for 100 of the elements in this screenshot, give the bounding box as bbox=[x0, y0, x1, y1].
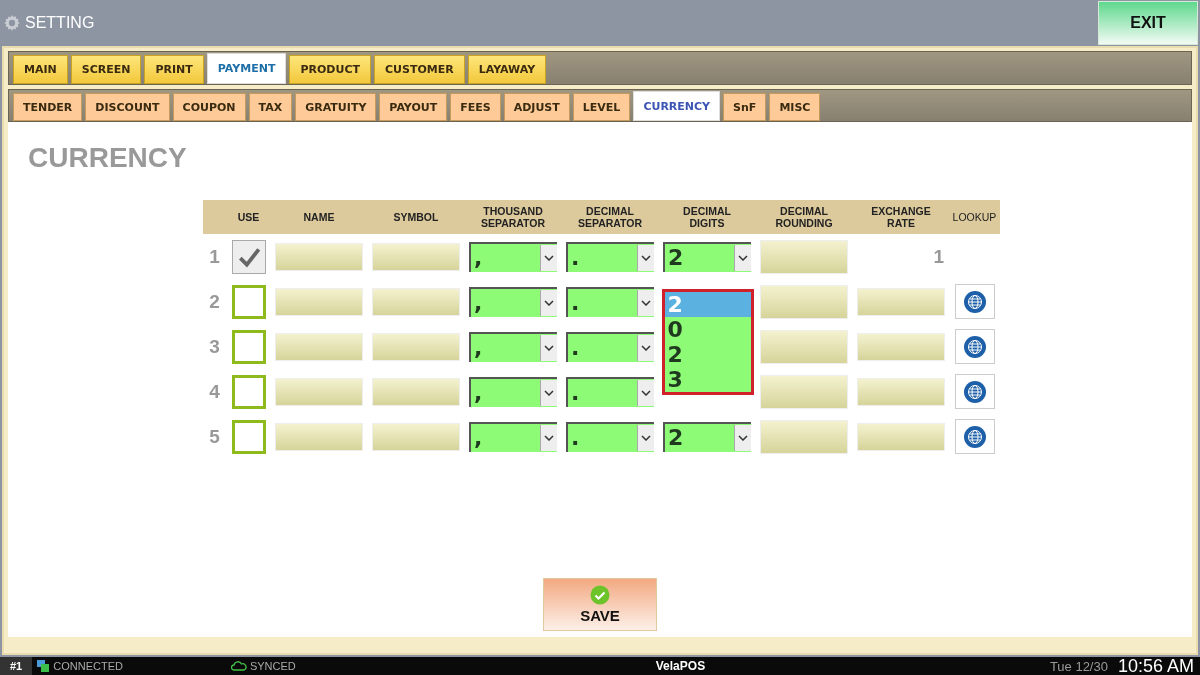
date: Tue 12/30 bbox=[1049, 658, 1108, 674]
column-header: SYMBOL bbox=[392, 211, 440, 223]
exchange-rate: 1 bbox=[932, 245, 944, 268]
name-field[interactable] bbox=[275, 287, 363, 316]
row-number: 2 bbox=[208, 290, 221, 313]
name-field[interactable] bbox=[275, 332, 363, 361]
tab[interactable]: TENDER bbox=[13, 93, 83, 121]
network-icon bbox=[36, 659, 51, 673]
chevron-icon bbox=[641, 254, 651, 261]
lookup-button[interactable] bbox=[954, 419, 995, 454]
globe-icon bbox=[962, 379, 987, 404]
check-icon bbox=[590, 585, 610, 605]
use-checkbox[interactable] bbox=[231, 239, 266, 274]
lookup-button[interactable] bbox=[954, 284, 995, 319]
tab[interactable]: DISCOUNT bbox=[85, 93, 170, 121]
lookup-button[interactable] bbox=[954, 374, 995, 409]
column-header: NAME bbox=[302, 211, 336, 223]
symbol-field[interactable] bbox=[372, 287, 460, 316]
tab[interactable]: LAYAWAY bbox=[467, 55, 547, 84]
tab[interactable]: PRINT bbox=[144, 55, 204, 84]
decimal-digits-select[interactable]: 2 bbox=[663, 241, 751, 272]
tab[interactable]: CUSTOMER bbox=[374, 55, 465, 84]
window-title: SETTING bbox=[25, 14, 95, 32]
lookup-button[interactable] bbox=[954, 329, 995, 364]
decimal-separator-select[interactable]: . bbox=[566, 286, 654, 317]
tab[interactable]: TAX bbox=[248, 93, 293, 121]
use-checkbox[interactable] bbox=[231, 329, 266, 364]
globe-icon bbox=[962, 289, 987, 314]
chevron-icon bbox=[738, 434, 748, 441]
tab[interactable]: PAYOUT bbox=[379, 93, 448, 121]
symbol-field[interactable] bbox=[372, 377, 460, 406]
name-field[interactable] bbox=[275, 422, 363, 451]
page-title: CURRENCY bbox=[28, 142, 187, 174]
tab[interactable]: CURRENCY bbox=[633, 91, 721, 121]
tab[interactable]: SnF bbox=[723, 93, 767, 121]
exit-button[interactable]: EXIT bbox=[1098, 1, 1198, 45]
thousand-separator-select[interactable]: , bbox=[469, 331, 557, 362]
terminal-number: #1 bbox=[0, 657, 33, 675]
chevron-icon bbox=[738, 254, 748, 261]
name-field[interactable] bbox=[275, 377, 363, 406]
symbol-field[interactable] bbox=[372, 422, 460, 451]
column-header: EXCHANGE RATE bbox=[870, 205, 932, 229]
clock: 10:56 AM bbox=[1117, 655, 1194, 675]
thousand-separator-select[interactable]: , bbox=[469, 421, 557, 452]
gear-icon bbox=[3, 14, 21, 32]
app-name: VelaPOS bbox=[655, 659, 706, 673]
globe-icon bbox=[962, 334, 987, 359]
tab[interactable]: PRODUCT bbox=[289, 55, 371, 84]
column-header: THOUSAND SEPARATOR bbox=[479, 205, 547, 229]
row-number: 4 bbox=[208, 380, 221, 403]
chevron-icon bbox=[544, 434, 554, 441]
sync-status: SYNCED bbox=[249, 660, 296, 672]
tab[interactable]: COUPON bbox=[172, 93, 246, 121]
chevron-icon bbox=[544, 254, 554, 261]
symbol-field[interactable] bbox=[372, 242, 460, 271]
tab[interactable]: FEES bbox=[450, 93, 501, 121]
save-button[interactable]: SAVE bbox=[543, 578, 657, 631]
name-field[interactable] bbox=[275, 242, 363, 271]
column-header: DECIMAL DIGITS bbox=[682, 205, 732, 229]
tab[interactable]: PAYMENT bbox=[206, 53, 287, 84]
tab[interactable]: SCREEN bbox=[70, 55, 142, 84]
dropdown-option[interactable]: 2 bbox=[664, 342, 751, 367]
row-number: 1 bbox=[208, 245, 221, 268]
tab[interactable]: MAIN bbox=[13, 55, 68, 84]
thousand-separator-select[interactable]: , bbox=[469, 286, 557, 317]
chevron-icon bbox=[544, 389, 554, 396]
exchange-rate-field[interactable] bbox=[857, 287, 945, 316]
decimal-rounding-field[interactable] bbox=[760, 419, 848, 454]
exchange-rate-field[interactable] bbox=[857, 422, 945, 451]
column-header: USE bbox=[236, 211, 261, 223]
chevron-icon bbox=[641, 434, 651, 441]
decimal-rounding-field[interactable] bbox=[760, 284, 848, 319]
dropdown-option[interactable]: 0 bbox=[664, 317, 751, 342]
thousand-separator-select[interactable]: , bbox=[469, 241, 557, 272]
decimal-separator-select[interactable]: . bbox=[566, 241, 654, 272]
use-checkbox[interactable] bbox=[231, 374, 266, 409]
tab[interactable]: MISC bbox=[769, 93, 821, 121]
symbol-field[interactable] bbox=[372, 332, 460, 361]
use-checkbox[interactable] bbox=[231, 419, 266, 454]
use-checkbox[interactable] bbox=[231, 284, 266, 319]
exchange-rate-field[interactable] bbox=[857, 377, 945, 406]
column-header: DECIMAL SEPARATOR bbox=[576, 205, 644, 229]
decimal-rounding-field[interactable] bbox=[760, 239, 848, 274]
decimal-rounding-field[interactable] bbox=[760, 374, 848, 409]
chevron-icon bbox=[544, 299, 554, 306]
decimal-digits-select[interactable]: 2 bbox=[663, 421, 751, 452]
tab[interactable]: GRATUITY bbox=[295, 93, 377, 121]
exchange-rate-field[interactable] bbox=[857, 332, 945, 361]
decimal-separator-select[interactable]: . bbox=[566, 376, 654, 407]
tab[interactable]: LEVEL bbox=[572, 93, 631, 121]
thousand-separator-select[interactable]: , bbox=[469, 376, 557, 407]
dropdown-option[interactable]: 3 bbox=[664, 367, 751, 392]
decimal-separator-select[interactable]: . bbox=[566, 421, 654, 452]
connection-status: CONNECTED bbox=[53, 660, 123, 672]
decimal-rounding-field[interactable] bbox=[760, 329, 848, 364]
chevron-icon bbox=[544, 344, 554, 351]
decimal-separator-select[interactable]: . bbox=[566, 331, 654, 362]
tab[interactable]: ADJUST bbox=[503, 93, 570, 121]
cloud-icon bbox=[230, 661, 247, 671]
column-header: DECIMAL ROUNDING bbox=[774, 205, 834, 229]
